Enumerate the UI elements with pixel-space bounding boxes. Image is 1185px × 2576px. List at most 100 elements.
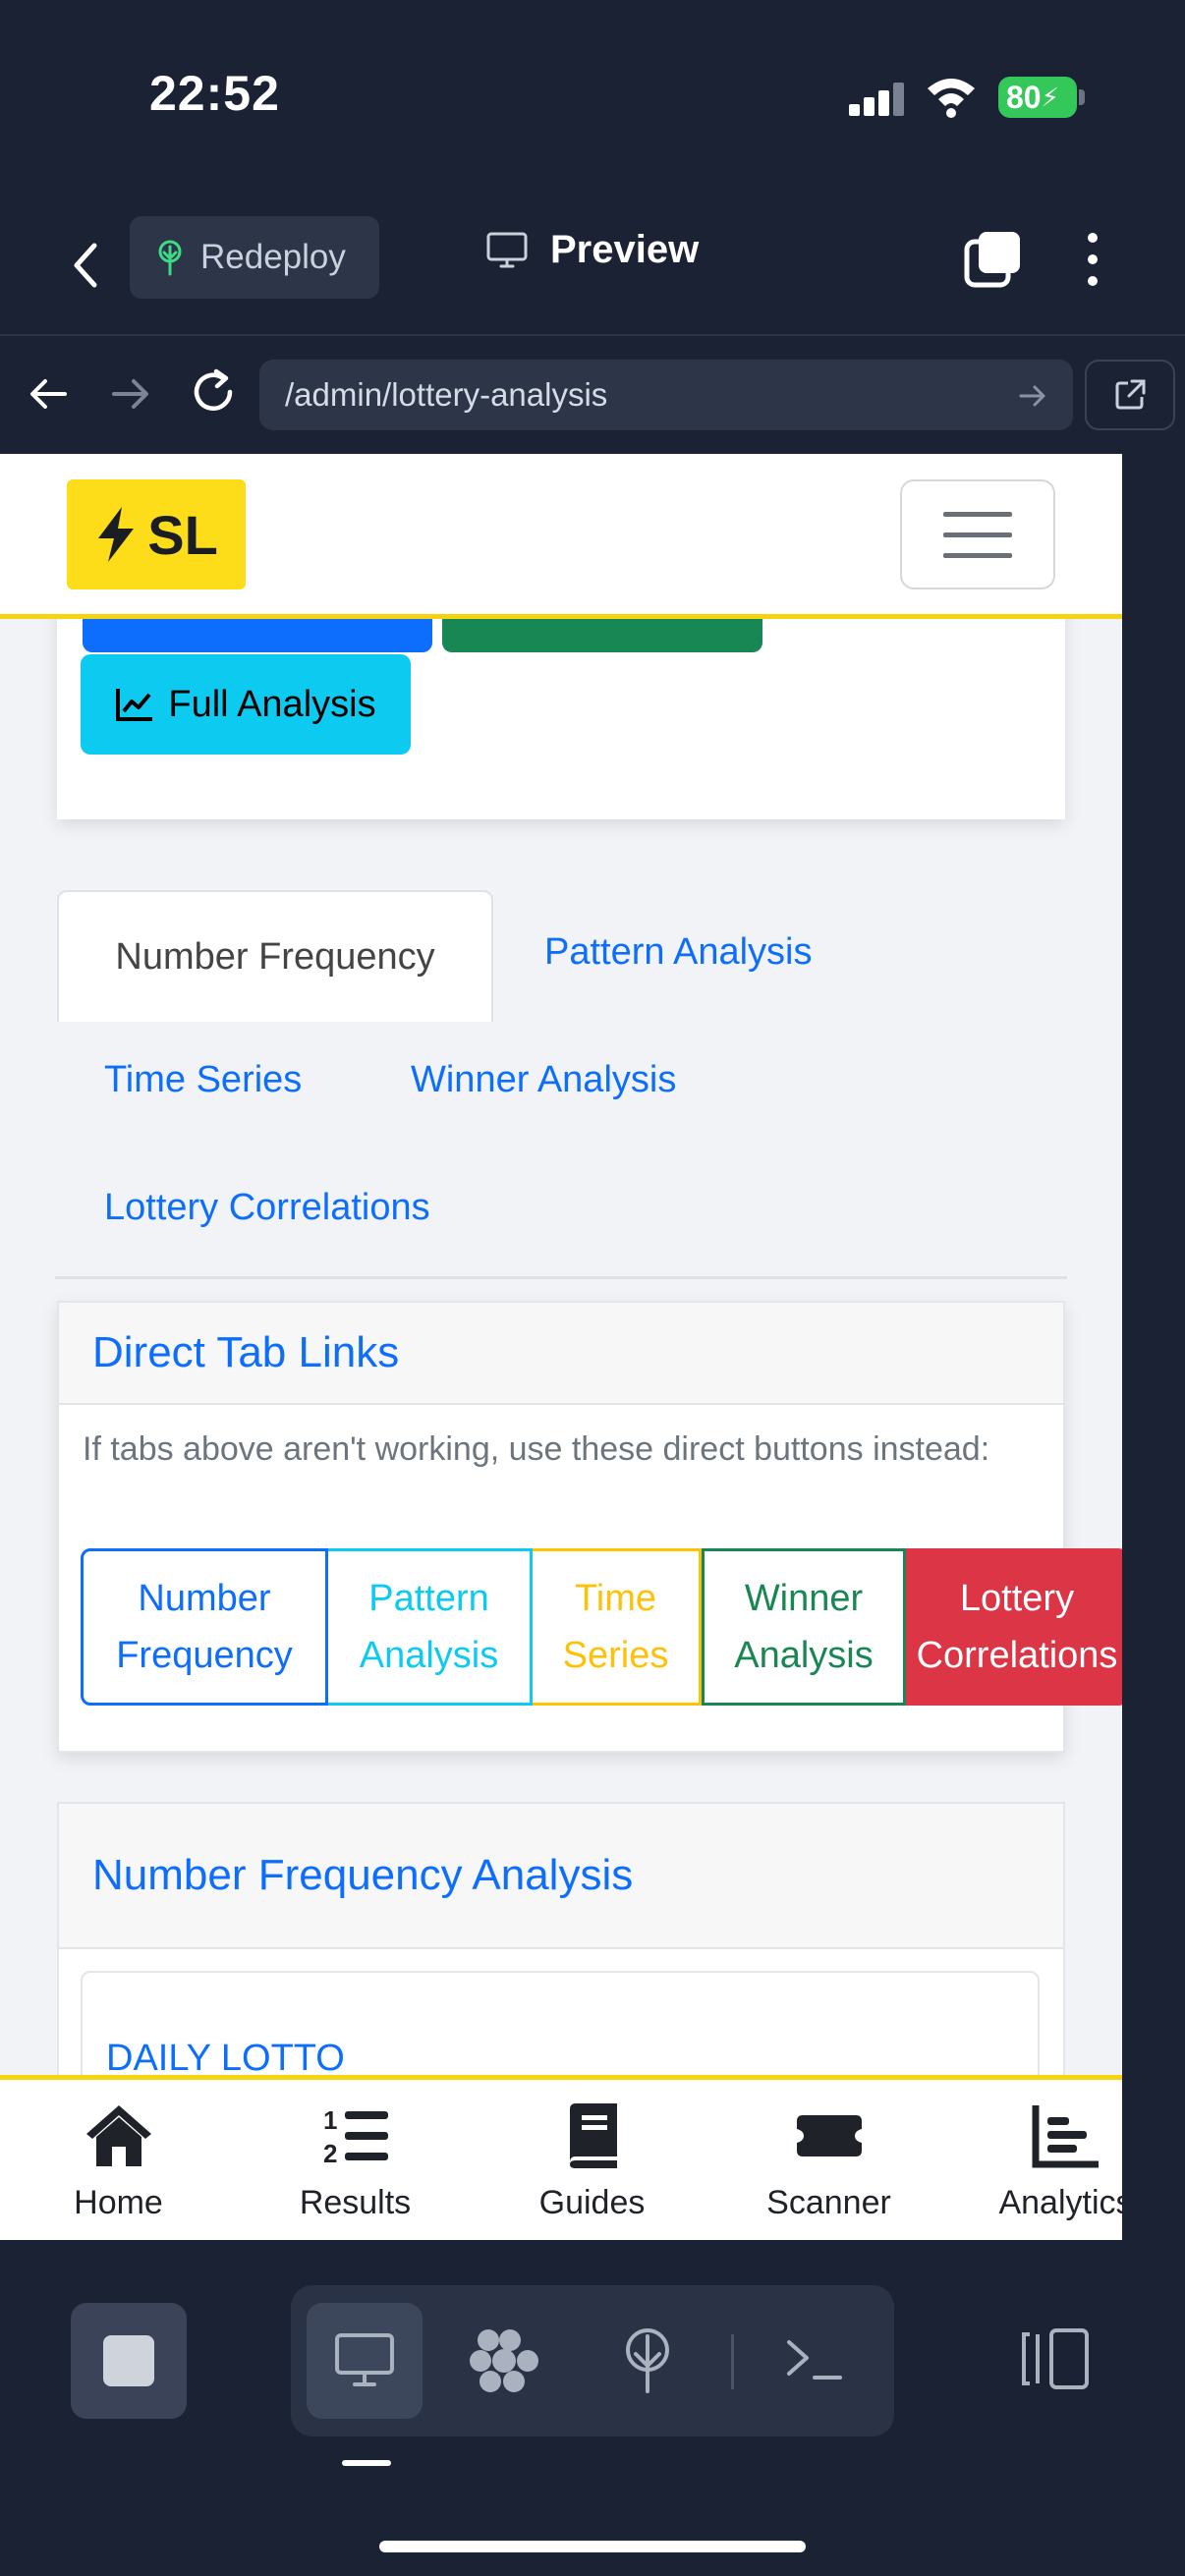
browser-url-row: /admin/lottery-analysis <box>0 334 1185 454</box>
preview-title: Preview <box>485 228 699 272</box>
apps-cluster-icon <box>470 2329 538 2392</box>
direct-tab-links-note: If tabs above aren't working, use these … <box>83 1430 990 1468</box>
nav-results[interactable]: 1 2 Results <box>237 2080 474 2240</box>
button-line: Series <box>562 1635 669 1676</box>
view-switcher <box>291 2285 894 2436</box>
terminal-icon <box>787 2340 842 2380</box>
bottom-navigation: Home 1 2 Results Guides Scanner Analytic… <box>0 2075 1122 2240</box>
daily-lotto-title: DAILY LOTTO <box>106 2038 345 2079</box>
button-line: Winner <box>744 1578 864 1619</box>
direct-time-series-button[interactable]: Time Series <box>533 1548 702 1706</box>
browser-back-icon[interactable] <box>26 371 71 417</box>
wifi-icon <box>928 79 975 118</box>
url-input[interactable]: /admin/lottery-analysis <box>259 360 1073 430</box>
clock: 22:52 <box>149 66 280 121</box>
reload-icon[interactable] <box>189 367 238 417</box>
nav-analytics-label: Analytics <box>998 2184 1122 2221</box>
redeploy-button[interactable]: Redeploy <box>130 216 379 299</box>
battery-tip <box>1079 89 1085 105</box>
number-frequency-title: Number Frequency Analysis <box>59 1804 1063 1949</box>
full-analysis-button[interactable]: Full Analysis <box>81 654 411 755</box>
stop-button[interactable] <box>71 2303 187 2419</box>
bar-chart-icon <box>1032 2105 1099 2168</box>
battery-level: 80 <box>1006 79 1042 115</box>
browser-forward-icon[interactable] <box>108 371 153 417</box>
button-line: Lottery <box>959 1578 1075 1619</box>
hamburger-bar <box>943 552 1012 558</box>
battery-indicator: 80 ⚡ <box>998 77 1077 118</box>
active-indicator <box>342 2460 391 2466</box>
nav-scanner[interactable]: Scanner <box>710 2080 947 2240</box>
ide-top-bar: Redeploy Preview <box>0 196 1185 334</box>
tab-number-frequency[interactable]: Number Frequency <box>57 890 493 1022</box>
viewport-edge <box>1122 454 1185 2240</box>
home-icon <box>85 2105 151 2166</box>
line-chart-icon <box>116 689 153 721</box>
hamburger-bar <box>943 532 1012 537</box>
nav-analytics[interactable]: Analytics <box>947 2080 1122 2240</box>
nav-guides[interactable]: Guides <box>474 2080 710 2240</box>
nav-home-label: Home <box>74 2184 163 2221</box>
console-view-button[interactable] <box>757 2303 873 2419</box>
direct-tab-links-title: Direct Tab Links <box>59 1303 1063 1405</box>
direct-links-button-group: Number Frequency Pattern Analysis Time Seri… <box>81 1548 1122 1706</box>
button-line: Analysis <box>359 1635 499 1676</box>
svg-text:1: 1 <box>323 2105 337 2135</box>
analysis-tabs: Number Frequency Pattern Analysis Time S… <box>55 890 1067 1279</box>
home-indicator[interactable] <box>379 2541 806 2552</box>
nav-home[interactable]: Home <box>0 2080 237 2240</box>
web-viewport: SL Full Analysis Number Frequency Patter… <box>0 454 1122 2240</box>
switcher-divider <box>731 2334 734 2389</box>
hamburger-bar <box>943 511 1012 517</box>
direct-tab-links-card: Direct Tab Links If tabs above aren't wo… <box>57 1301 1122 1753</box>
nav-guides-label: Guides <box>538 2184 646 2221</box>
button-line: Analysis <box>734 1635 874 1676</box>
logo-text: SL <box>147 503 218 566</box>
preview-label: Preview <box>550 228 700 271</box>
ide-bottom-toolbar <box>0 2240 1185 2576</box>
direct-number-frequency-button[interactable]: Number Frequency <box>81 1548 328 1706</box>
url-go-arrow-icon[interactable] <box>1018 381 1047 411</box>
more-options-icon[interactable] <box>1081 230 1104 289</box>
deploy-view-button[interactable] <box>590 2303 705 2419</box>
site-header: SL <box>0 454 1122 619</box>
redeploy-label: Redeploy <box>200 238 346 276</box>
tab-pattern-analysis[interactable]: Pattern Analysis <box>544 931 812 974</box>
deploy-tree-icon <box>626 2328 669 2393</box>
tab-time-series[interactable]: Time Series <box>104 1059 302 1101</box>
button-line: Number <box>138 1578 271 1619</box>
full-analysis-label: Full Analysis <box>168 683 376 725</box>
preview-view-button[interactable] <box>307 2303 423 2419</box>
site-logo[interactable]: SL <box>67 479 246 589</box>
external-link-icon <box>1115 379 1146 410</box>
back-chevron-icon[interactable] <box>63 234 106 297</box>
apps-view-button[interactable] <box>448 2303 564 2419</box>
cellular-signal-icon <box>849 83 906 116</box>
tabs-switcher-icon[interactable] <box>963 230 1022 289</box>
status-bar: 22:52 80 ⚡ <box>0 0 1185 196</box>
button-line: Correlations <box>916 1635 1118 1676</box>
deploy-tree-icon <box>158 240 182 276</box>
side-panel-icon[interactable] <box>1016 2326 1091 2391</box>
nav-results-label: Results <box>299 2184 412 2221</box>
url-text: /admin/lottery-analysis <box>285 376 608 413</box>
button-line: Pattern <box>368 1578 489 1619</box>
button-line: Time <box>574 1578 657 1619</box>
direct-winner-analysis-button[interactable]: Winner Analysis <box>702 1548 906 1706</box>
lightning-bolt-icon <box>98 507 135 562</box>
monitor-icon <box>335 2333 394 2386</box>
stop-icon <box>103 2335 154 2386</box>
hamburger-menu-button[interactable] <box>900 479 1055 589</box>
numbered-list-icon: 1 2 <box>323 2105 388 2168</box>
svg-text:2: 2 <box>323 2139 337 2168</box>
tab-lottery-correlations[interactable]: Lottery Correlations <box>104 1187 430 1229</box>
open-external-button[interactable] <box>1085 360 1175 430</box>
button-line: Frequency <box>116 1635 293 1676</box>
tab-winner-analysis[interactable]: Winner Analysis <box>411 1059 676 1101</box>
direct-lottery-correlations-button[interactable]: Lottery Correlations <box>906 1548 1122 1706</box>
ticket-icon <box>796 2115 862 2156</box>
monitor-icon <box>486 232 528 267</box>
direct-pattern-analysis-button[interactable]: Pattern Analysis <box>328 1548 533 1706</box>
book-icon <box>569 2103 617 2168</box>
nav-scanner-label: Scanner <box>766 2184 891 2221</box>
